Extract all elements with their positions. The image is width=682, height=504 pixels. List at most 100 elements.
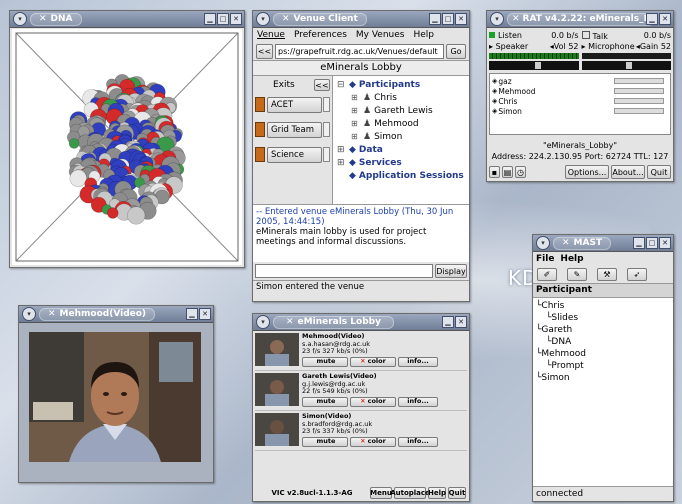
mast-tree-node[interactable]: └Gareth: [536, 324, 670, 336]
close-icon[interactable]: ✕: [455, 13, 467, 25]
window-menu-icon[interactable]: ▾: [13, 12, 27, 26]
close-x-icon[interactable]: ✕: [286, 317, 294, 327]
exit-item[interactable]: Grid Team: [255, 121, 330, 138]
color-checkbox-icon[interactable]: ✕: [360, 357, 365, 366]
rat-participant-item[interactable]: ◈ Mehmood: [492, 86, 668, 96]
exit-spinner-icon[interactable]: [323, 147, 330, 162]
mast-tree-child[interactable]: └DNA: [536, 336, 670, 348]
vic-stream-row[interactable]: Gareth Lewis(Video) g.j.lewis@rdg.ac.uk 22…: [255, 372, 467, 411]
options-button[interactable]: Options...: [565, 165, 609, 179]
maximize-icon[interactable]: □: [646, 237, 658, 249]
video-thumbnail[interactable]: [255, 333, 299, 366]
tree-participants[interactable]: Participants: [359, 80, 420, 90]
mast-tree-node[interactable]: └Simon: [536, 372, 670, 384]
venue-titlebar[interactable]: ▾ ✕ Venue Client ▁ □ ✕: [253, 11, 469, 28]
tree-person-item[interactable]: ⊞ ♟ Gareth Lewis: [351, 104, 469, 117]
close-x-icon[interactable]: ✕: [39, 14, 47, 24]
minimize-icon[interactable]: ▁: [429, 13, 441, 25]
tree-expand-icon[interactable]: ⊞: [351, 119, 360, 128]
exits-collapse-button[interactable]: <<: [314, 79, 330, 91]
mast-column-header[interactable]: Participant: [533, 283, 673, 298]
color-button[interactable]: ✕ color: [350, 436, 396, 447]
color-checkbox-icon[interactable]: ✕: [360, 437, 365, 446]
listen-indicator-icon[interactable]: [489, 32, 495, 38]
mic-gain-slider[interactable]: [581, 61, 671, 70]
mast-pointer-icon[interactable]: ➶: [627, 268, 647, 281]
close-icon[interactable]: ✕: [659, 13, 671, 25]
mute-button[interactable]: mute: [302, 436, 348, 447]
venue-log[interactable]: -- Entered venue eMinerals Lobby (Thu, 3…: [253, 204, 469, 262]
mast-draw-icon[interactable]: ✐: [537, 268, 557, 281]
exit-button[interactable]: Science: [267, 146, 322, 163]
close-icon[interactable]: ✕: [659, 237, 671, 249]
window-menu-icon[interactable]: ▾: [490, 12, 504, 26]
info-button[interactable]: info...: [398, 436, 438, 447]
tree-data[interactable]: Data: [359, 145, 383, 155]
close-icon[interactable]: ✕: [199, 308, 211, 320]
about-button[interactable]: About...: [611, 165, 645, 179]
mast-tree-node[interactable]: └Mehmood: [536, 348, 670, 360]
window-menu-icon[interactable]: ▾: [256, 12, 270, 26]
go-button[interactable]: Go: [446, 43, 466, 59]
vic-menu-button[interactable]: Menu: [370, 487, 392, 499]
vic-stream-row[interactable]: Mehmood(Video) s.a.hasan@rdg.ac.uk 23 f/s …: [255, 332, 467, 371]
window-menu-icon[interactable]: ▾: [256, 315, 270, 329]
rat-clock-icon[interactable]: ◷: [515, 166, 526, 178]
display-button[interactable]: Display: [435, 264, 467, 278]
color-button[interactable]: ✕ color: [350, 396, 396, 407]
minimize-icon[interactable]: ▁: [646, 13, 658, 25]
mast-menu-file[interactable]: File: [536, 254, 554, 264]
tree-person-item[interactable]: ⊞ ♟ Mehmood: [351, 117, 469, 130]
minimize-icon[interactable]: ▁: [186, 308, 198, 320]
exit-spinner-icon[interactable]: [323, 122, 330, 137]
color-button[interactable]: ✕ color: [350, 356, 396, 367]
exit-item[interactable]: ACET: [255, 96, 330, 113]
exit-item[interactable]: Science: [255, 146, 330, 163]
close-x-icon[interactable]: ✕: [512, 14, 520, 24]
close-icon[interactable]: ✕: [455, 316, 467, 328]
mast-titlebar[interactable]: ▾ ✕ MAST ▁ □ ✕: [533, 235, 673, 252]
speaker-arrow-icon[interactable]: ▸: [489, 42, 493, 51]
mic-arrow-icon[interactable]: ▸: [582, 42, 586, 51]
maximize-icon[interactable]: □: [217, 13, 229, 25]
mute-button[interactable]: mute: [302, 396, 348, 407]
minimize-icon[interactable]: ▁: [633, 237, 645, 249]
tree-expand-icon[interactable]: ⊞: [351, 132, 360, 141]
mast-tree-child[interactable]: └Slides: [536, 312, 670, 324]
mast-pen-icon[interactable]: ✎: [567, 268, 587, 281]
rat-save-icon[interactable]: ▪: [489, 166, 500, 178]
info-button[interactable]: info...: [398, 396, 438, 407]
exit-button[interactable]: ACET: [267, 96, 322, 113]
window-menu-icon[interactable]: ▾: [22, 307, 36, 321]
dna-titlebar[interactable]: ▾ ✕ DNA ▁ □ ✕: [10, 11, 244, 28]
video-frame[interactable]: [29, 332, 201, 462]
tree-person-item[interactable]: ⊞ ♟ Simon: [351, 130, 469, 143]
video-thumbnail[interactable]: [255, 413, 299, 446]
speaker-volume-slider[interactable]: [489, 61, 579, 70]
close-x-icon[interactable]: ✕: [48, 309, 56, 319]
tree-person-item[interactable]: ⊞ ♟ Chris: [351, 91, 469, 104]
tree-collapse-icon[interactable]: ⊟: [337, 80, 346, 90]
rat-titlebar[interactable]: ▾ ✕ RAT v4.2.22: eMinerals_L ▁ ✕: [487, 11, 673, 28]
tree-expand-icon[interactable]: ⊞: [337, 145, 346, 155]
menu-preferences[interactable]: Preferences: [294, 30, 347, 40]
chat-input[interactable]: [255, 264, 433, 278]
dna-viewport[interactable]: [12, 29, 242, 265]
tree-services[interactable]: Services: [359, 158, 402, 168]
vic-help-button[interactable]: Help: [428, 487, 446, 499]
menu-venue[interactable]: Venue: [257, 30, 285, 40]
video-thumbnail[interactable]: [255, 373, 299, 406]
vic-autoplace-button[interactable]: Autoplace: [390, 487, 430, 499]
vic-titlebar[interactable]: ▾ ✕ eMinerals Lobby ▁ ✕: [253, 314, 469, 331]
quit-button[interactable]: Quit: [647, 165, 671, 179]
vic-quit-button[interactable]: Quit: [448, 487, 466, 499]
info-button[interactable]: info...: [398, 356, 438, 367]
rat-participant-item[interactable]: ◈ Chris: [492, 96, 668, 106]
rat-list-icon[interactable]: ▤: [502, 166, 513, 178]
talk-indicator-icon[interactable]: [581, 30, 590, 39]
back-button[interactable]: <<: [256, 43, 273, 59]
minimize-icon[interactable]: ▁: [204, 13, 216, 25]
mast-tree-child[interactable]: └Prompt: [536, 360, 670, 372]
close-x-icon[interactable]: ✕: [282, 14, 290, 24]
mute-button[interactable]: mute: [302, 356, 348, 367]
